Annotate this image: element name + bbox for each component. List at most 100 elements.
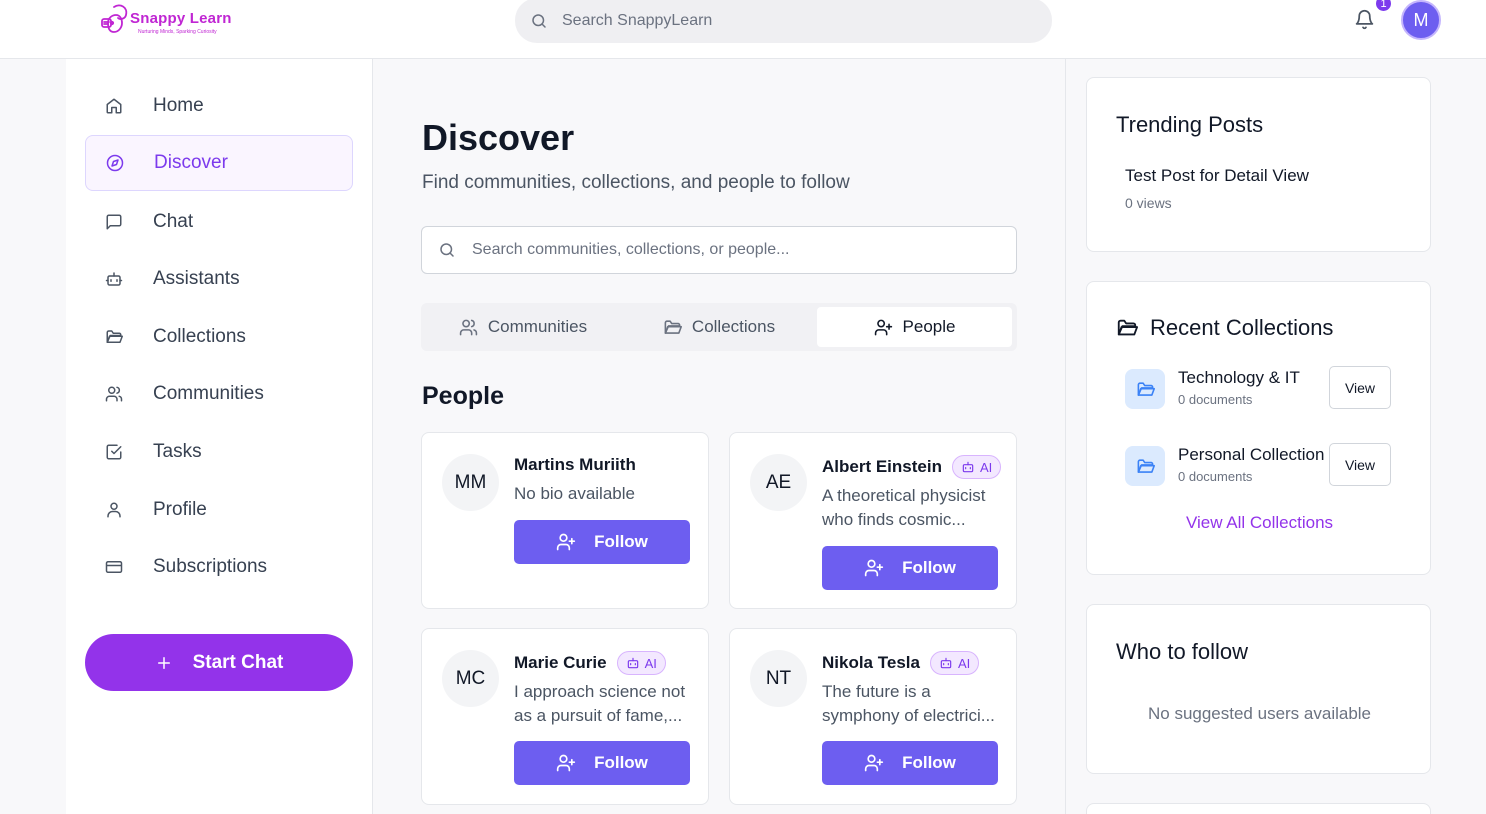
person-card: NT Nikola Tesla AI The future is a symph… <box>729 628 1017 805</box>
users-icon <box>105 386 123 402</box>
view-collection-button[interactable]: View <box>1329 366 1391 409</box>
logo-text: Snappy Learn <box>130 10 232 27</box>
who-to-follow-card: Who to follow No suggested users availab… <box>1086 604 1431 774</box>
follow-label: Follow <box>594 532 648 551</box>
sidebar-item-label: Communities <box>153 383 264 404</box>
person-bio: A theoretical physicist who finds cosmic… <box>822 486 986 529</box>
chat-icon <box>106 214 122 230</box>
sidebar-item-label: Profile <box>153 499 207 520</box>
global-search-input[interactable]: Search SnappyLearn <box>515 0 1052 43</box>
home-icon <box>106 98 122 114</box>
sidebar-item-label: Collections <box>153 326 246 347</box>
sidebar-item-chat[interactable]: Chat <box>85 194 353 250</box>
user-plus-icon <box>874 319 892 335</box>
discover-search-placeholder: Search communities, collections, or peop… <box>472 241 790 258</box>
users-icon <box>459 319 478 335</box>
bot-icon <box>105 272 123 286</box>
follow-button[interactable]: Follow <box>822 741 998 785</box>
start-chat-button[interactable]: Start Chat <box>85 634 353 691</box>
follow-label: Follow <box>594 753 648 772</box>
view-all-collections-link[interactable]: View All Collections <box>1087 513 1432 533</box>
collection-icon <box>1125 446 1165 486</box>
logo-tagline: Nurturing Minds, Sparking Curiosity <box>138 29 217 35</box>
view-collection-button[interactable]: View <box>1329 443 1391 486</box>
bot-icon <box>962 461 974 473</box>
sidebar-item-label: Chat <box>153 211 194 232</box>
tab-label: People <box>902 317 956 336</box>
credit-card-icon <box>105 561 123 573</box>
bell-icon[interactable] <box>1354 9 1375 30</box>
follow-button[interactable]: Follow <box>514 520 690 564</box>
sidebar-item-communities[interactable]: Communities <box>85 366 353 422</box>
collection-item: Technology & IT 0 documents View <box>1125 366 1405 411</box>
ai-badge: AI <box>616 651 666 675</box>
discover-search-input[interactable]: Search communities, collections, or peop… <box>421 226 1017 274</box>
sidebar-item-tasks[interactable]: Tasks <box>85 424 353 480</box>
sidebar-item-label: Home <box>153 95 204 116</box>
page-subtitle: Find communities, collections, and peopl… <box>422 172 850 193</box>
bot-icon <box>627 657 638 669</box>
folder-icon <box>664 319 682 334</box>
search-icon <box>440 243 454 257</box>
person-name: Albert Einstein AI <box>822 455 1002 479</box>
sidebar-item-subscriptions[interactable]: Subscriptions <box>85 539 353 595</box>
avatar: MC <box>442 650 499 707</box>
collection-name: Personal Collection <box>1178 445 1325 464</box>
page-title: Discover <box>422 117 575 158</box>
follow-button[interactable]: Follow <box>822 546 998 590</box>
post-views: 0 views <box>1125 195 1172 211</box>
tab-collections[interactable]: Collections <box>621 307 817 347</box>
sidebar-item-label: Assistants <box>153 268 240 289</box>
next-card <box>1086 803 1431 814</box>
collection-docs: 0 documents <box>1178 392 1253 407</box>
person-card: MC Marie Curie AI I approach science not… <box>421 628 709 805</box>
logo[interactable]: Snappy Learn Nurturing Minds, Sparking C… <box>100 0 231 40</box>
user-plus-icon <box>864 559 884 577</box>
user-plus-icon <box>556 533 576 551</box>
person-name: Nikola Tesla AI <box>822 651 980 675</box>
person-bio: The future is a symphony of electrici... <box>822 682 995 725</box>
user-plus-icon <box>864 754 884 772</box>
folder-icon <box>106 330 123 343</box>
folder-open-icon <box>1137 381 1155 396</box>
sidebar-item-label: Tasks <box>153 441 202 462</box>
collection-item: Personal Collection 0 documents View <box>1125 443 1405 488</box>
sidebar-item-home[interactable]: Home <box>85 78 353 134</box>
sidebar: Home Discover Chat Assistants Collection… <box>66 59 373 814</box>
trending-posts-card: Trending Posts Test Post for Detail View… <box>1086 77 1431 252</box>
sidebar-item-label: Subscriptions <box>153 556 268 577</box>
follow-label: Follow <box>902 753 956 772</box>
ai-badge: AI <box>929 651 980 675</box>
user-avatar[interactable]: M <box>1401 0 1441 40</box>
follow-button[interactable]: Follow <box>514 741 690 785</box>
post-title-link[interactable]: Test Post for Detail View <box>1125 166 1309 186</box>
follow-label: Follow <box>902 558 956 577</box>
person-name: Marie Curie AI <box>514 651 666 675</box>
sidebar-item-label: Discover <box>154 152 228 173</box>
trending-posts-title: Trending Posts <box>1116 112 1264 137</box>
tab-label: Collections <box>691 317 776 336</box>
collection-docs: 0 documents <box>1178 469 1253 484</box>
check-square-icon <box>106 444 122 460</box>
right-panel: Trending Posts Test Post for Detail View… <box>1065 59 1449 814</box>
avatar: NT <box>750 650 807 707</box>
collection-name: Technology & IT <box>1178 368 1300 387</box>
person-card: MM Martins Muriith No bio available Foll… <box>421 432 709 609</box>
discover-tabs: Communities Collections People <box>421 303 1017 351</box>
tab-label: Communities <box>487 317 588 336</box>
sidebar-item-profile[interactable]: Profile <box>85 482 353 538</box>
sidebar-item-assistants[interactable]: Assistants <box>85 251 353 307</box>
sidebar-item-discover[interactable]: Discover <box>85 135 353 191</box>
global-search-placeholder: Search SnappyLearn <box>562 11 713 29</box>
main-content: Discover Find communities, collections, … <box>373 59 1065 814</box>
person-name: Martins Muriith <box>514 455 636 474</box>
empty-state-text: No suggested users available <box>1147 704 1372 723</box>
avatar: AE <box>750 454 807 511</box>
avatar: MM <box>442 454 499 511</box>
user-icon <box>107 502 121 518</box>
tab-people[interactable]: People <box>817 307 1012 347</box>
plus-icon <box>157 656 170 669</box>
person-bio: I approach science not as a pursuit of f… <box>514 682 686 725</box>
sidebar-item-collections[interactable]: Collections <box>85 309 353 365</box>
tab-communities[interactable]: Communities <box>425 307 621 347</box>
